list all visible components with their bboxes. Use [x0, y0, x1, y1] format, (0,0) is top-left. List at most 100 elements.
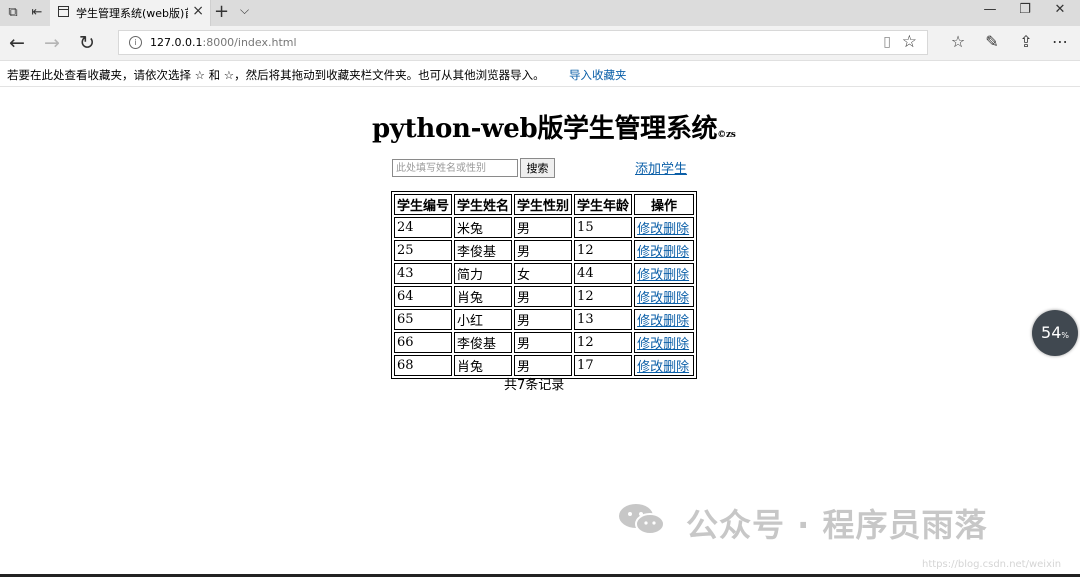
table-row: 64 肖兔 男 12 修改删除	[394, 286, 695, 307]
gauge-value: 54	[1041, 323, 1062, 342]
edit-link[interactable]: 修改	[637, 268, 663, 283]
cell-id: 43	[394, 263, 453, 284]
favorites-hub-icon[interactable]: ☆	[946, 32, 970, 51]
cell-age: 13	[574, 309, 633, 330]
table-row: 66 李俊基 男 12 修改删除	[394, 332, 695, 353]
cell-gender: 男	[514, 332, 573, 353]
forward-icon[interactable]: →	[41, 32, 63, 54]
cell-gender: 男	[514, 240, 573, 261]
web-note-icon[interactable]: ✎	[980, 32, 1004, 51]
cell-id: 65	[394, 309, 453, 330]
cell-actions: 修改删除	[634, 263, 695, 284]
url-host: 127.0.0.1	[150, 36, 203, 49]
edit-link[interactable]: 修改	[637, 222, 663, 237]
active-tab[interactable]: 学生管理系统(web版)首 ×	[50, 0, 211, 26]
cell-actions: 修改删除	[634, 286, 695, 307]
header-student-age: 学生年龄	[574, 194, 633, 215]
page-title: python-web版学生管理系统©zs	[372, 108, 736, 145]
header-student-id: 学生编号	[394, 194, 453, 215]
tab-bar: ⧉ ⇤ 学生管理系统(web版)首 × + ⌵ — ❐ ✕	[0, 0, 1080, 26]
cell-id: 66	[394, 332, 453, 353]
cell-actions: 修改删除	[634, 240, 695, 261]
delete-link[interactable]: 删除	[663, 360, 689, 375]
edit-link[interactable]: 修改	[637, 360, 663, 375]
csdn-watermark: https://blog.csdn.net/weixin	[922, 559, 1062, 570]
tab-actions-icon[interactable]: ⧉	[4, 4, 22, 22]
favorites-message: 若要在此处查看收藏夹，请依次选择 ☆ 和 ☆，然后将其拖动到收藏夹栏文件夹。也可…	[7, 68, 545, 82]
table-row: 68 肖兔 男 17 修改删除	[394, 355, 695, 376]
page-title-text: python-web版学生管理系统	[372, 114, 718, 144]
tab-title: 学生管理系统(web版)首	[76, 7, 188, 20]
header-student-gender: 学生性别	[514, 194, 573, 215]
table-row: 65 小红 男 13 修改删除	[394, 309, 695, 330]
edit-link[interactable]: 修改	[637, 291, 663, 306]
reading-view-icon[interactable]: ▯	[883, 34, 891, 50]
cell-actions: 修改删除	[634, 332, 695, 353]
cell-name: 肖兔	[454, 355, 513, 376]
cell-actions: 修改删除	[634, 309, 695, 330]
cell-age: 17	[574, 355, 633, 376]
student-table: 学生编号 学生姓名 学生性别 学生年龄 操作 24 米兔 男 15 修改删除 2…	[391, 191, 698, 379]
cell-age: 12	[574, 286, 633, 307]
wechat-watermark: 公众号 · 程序员雨落	[616, 500, 1056, 544]
cell-gender: 男	[514, 217, 573, 238]
cell-age: 15	[574, 217, 633, 238]
record-count: 共7条记录	[504, 378, 565, 393]
back-icon[interactable]: ←	[6, 32, 28, 54]
more-options-icon[interactable]: ⋯	[1048, 32, 1072, 51]
minimize-icon[interactable]: —	[970, 2, 1010, 17]
cell-age: 44	[574, 263, 633, 284]
cell-id: 68	[394, 355, 453, 376]
cell-age: 12	[574, 240, 633, 261]
table-header-row: 学生编号 学生姓名 学生性别 学生年龄 操作	[394, 194, 695, 215]
url-text: 127.0.0.1:8000/index.html	[150, 36, 297, 49]
close-tab-icon[interactable]: ×	[192, 3, 204, 19]
chevron-down-icon[interactable]: ⌵	[240, 3, 249, 18]
share-icon[interactable]: ⇪	[1014, 32, 1038, 51]
cell-actions: 修改删除	[634, 217, 695, 238]
delete-link[interactable]: 删除	[663, 268, 689, 283]
set-aside-tabs-icon[interactable]: ⇤	[28, 4, 46, 22]
info-icon[interactable]: i	[129, 36, 142, 49]
delete-link[interactable]: 删除	[663, 314, 689, 329]
delete-link[interactable]: 删除	[663, 337, 689, 352]
delete-link[interactable]: 删除	[663, 245, 689, 260]
cell-name: 李俊基	[454, 332, 513, 353]
favorites-bar: 若要在此处查看收藏夹，请依次选择 ☆ 和 ☆，然后将其拖动到收藏夹栏文件夹。也可…	[0, 61, 1080, 87]
favorite-star-icon[interactable]: ☆	[902, 32, 917, 52]
address-bar[interactable]: i 127.0.0.1:8000/index.html ▯ ☆	[118, 30, 928, 55]
edit-link[interactable]: 修改	[637, 314, 663, 329]
new-tab-button[interactable]: +	[214, 1, 229, 22]
performance-gauge[interactable]: 54%	[1032, 310, 1078, 356]
cell-name: 米兔	[454, 217, 513, 238]
page-icon	[58, 6, 69, 17]
edit-link[interactable]: 修改	[637, 337, 663, 352]
cell-id: 24	[394, 217, 453, 238]
cell-name: 小红	[454, 309, 513, 330]
cell-name: 简力	[454, 263, 513, 284]
header-student-name: 学生姓名	[454, 194, 513, 215]
search-input[interactable]	[392, 159, 518, 177]
cell-gender: 男	[514, 309, 573, 330]
cell-actions: 修改删除	[634, 355, 695, 376]
search-button[interactable]: 搜索	[520, 158, 555, 178]
delete-link[interactable]: 删除	[663, 222, 689, 237]
cell-gender: 男	[514, 286, 573, 307]
cell-id: 25	[394, 240, 453, 261]
cell-id: 64	[394, 286, 453, 307]
url-path: :8000/index.html	[202, 36, 297, 49]
close-window-icon[interactable]: ✕	[1040, 2, 1080, 17]
delete-link[interactable]: 删除	[663, 291, 689, 306]
import-favorites-link[interactable]: 导入收藏夹	[569, 67, 627, 83]
restore-icon[interactable]: ❐	[1005, 2, 1045, 17]
cell-gender: 女	[514, 263, 573, 284]
gauge-readout: 54%	[1032, 323, 1078, 342]
edit-link[interactable]: 修改	[637, 245, 663, 260]
cell-name: 肖兔	[454, 286, 513, 307]
watermark-text: 公众号 · 程序员雨落	[686, 506, 988, 544]
cell-name: 李俊基	[454, 240, 513, 261]
refresh-icon[interactable]: ↻	[76, 32, 98, 54]
navigation-bar: ← → ↻ i 127.0.0.1:8000/index.html ▯ ☆ ☆ …	[0, 26, 1080, 61]
add-student-link[interactable]: 添加学生	[635, 158, 687, 177]
gauge-unit: %	[1061, 331, 1069, 340]
